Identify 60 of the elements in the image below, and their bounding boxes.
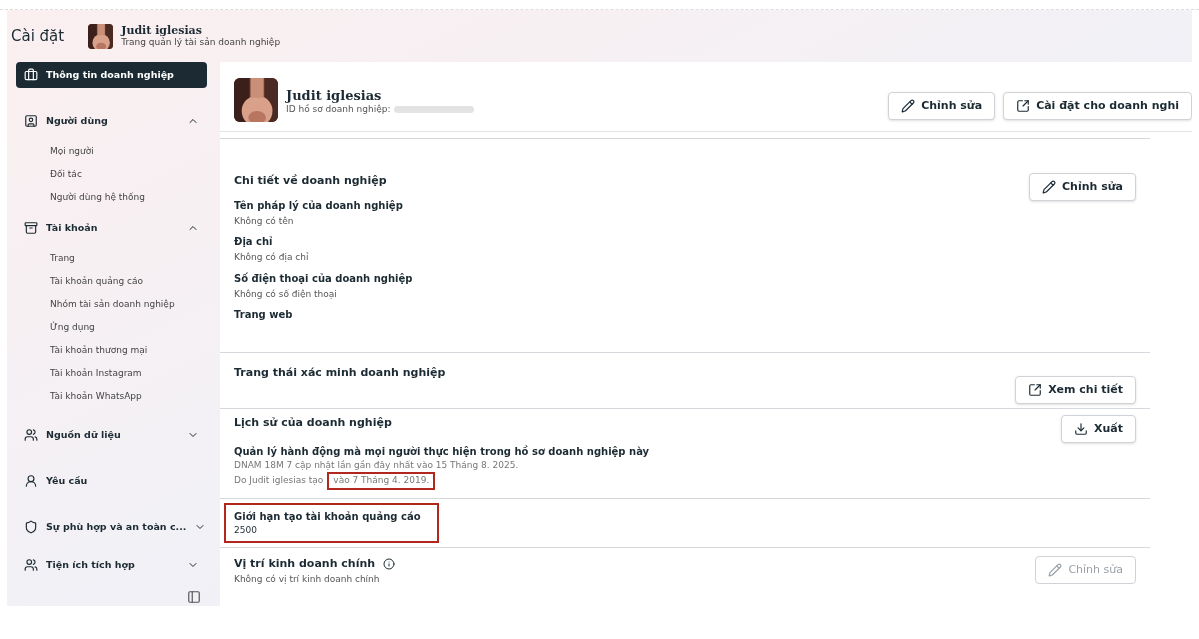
people-icon	[24, 428, 38, 442]
sidebar-subitem[interactable]: Trang	[16, 247, 207, 270]
sidebar-subitem[interactable]: Ứng dụng	[16, 316, 207, 339]
external-link-icon	[1016, 99, 1031, 113]
profile-id-label: ID hồ sơ doanh nghiệp:	[286, 104, 391, 116]
sidebar-item[interactable]: Thông tin doanh nghiệp	[16, 62, 207, 88]
field-value: Không có tên	[234, 214, 295, 228]
info-icon[interactable]	[383, 558, 396, 571]
sidebar-item[interactable]: Nguồn dữ liệu	[16, 422, 207, 448]
creation-date: vào 7 Tháng 4. 2019.	[327, 472, 436, 490]
sidebar-subitem[interactable]: Tài khoản Instagram	[16, 362, 207, 385]
sidebar-item[interactable]: Yêu cầu	[16, 468, 207, 494]
section-title: Giới hạn tạo tài khoản quảng cáo	[234, 509, 422, 524]
action-button[interactable]: Chỉnh sửa	[1029, 173, 1136, 201]
action-button[interactable]: Cài đặt cho doanh nghi	[1003, 92, 1192, 120]
sidebar-subitem[interactable]: Đối tác	[16, 163, 207, 186]
history-creator: Do Judit iglesias tạo	[234, 474, 324, 487]
history-updated: DNAM 18M 7 cập nhật lần gần đây nhất vào 15 Tháng 8. 2025.	[234, 458, 520, 472]
field-value: Không có vị trí kinh doanh chính	[234, 572, 381, 586]
archive-icon	[24, 221, 38, 235]
history-heading: Quản lý hành động mà mọi người thực hiện trong hồ sơ doanh nghiệp này	[234, 444, 651, 459]
sidebar-item[interactable]: Tài khoản	[16, 215, 207, 241]
id-badge-icon	[24, 114, 38, 128]
external-link-icon	[1028, 383, 1043, 397]
field-value: Không có địa chỉ	[234, 251, 310, 264]
limit-value: 2500	[234, 523, 258, 537]
people-icon	[24, 558, 38, 572]
sidebar-subitem[interactable]: Mọi người	[16, 140, 207, 163]
action-button[interactable]: Xem chi tiết	[1015, 376, 1136, 404]
panel-toggle-icon[interactable]	[187, 590, 201, 604]
briefcase-icon	[24, 68, 38, 82]
sidebar-subitem[interactable]: Nhóm tài sản doanh nghiệp	[16, 293, 207, 316]
section-title: Chi tiết về doanh nghiệp	[234, 173, 388, 189]
section-title: Vị trí kinh doanh chính	[234, 556, 376, 572]
account-subtitle: Trang quản lý tài sản doanh nghiệp	[121, 37, 281, 49]
profile-name: Judit iglesias	[286, 88, 383, 104]
pencil-icon	[1048, 563, 1063, 577]
account-name: Judit iglesias	[121, 23, 203, 37]
sidebar-subitem[interactable]: Tài khoản WhatsApp	[16, 385, 207, 408]
action-button[interactable]: Chỉnh sửa	[888, 92, 996, 120]
sidebar-subitem[interactable]: Tài khoản quảng cáo	[16, 270, 207, 293]
field-label: Địa chỉ	[234, 235, 274, 249]
pencil-icon	[1042, 180, 1057, 194]
sidebar-item[interactable]: Người dùng	[16, 108, 207, 134]
sidebar-subitem[interactable]: Người dùng hệ thống	[16, 186, 207, 209]
shield-icon	[24, 520, 38, 534]
field-label: Tên pháp lý của doanh nghiệp	[234, 198, 404, 213]
field-label: Trang web	[234, 308, 294, 322]
sidebar-item[interactable]: Sự phù hợp và an toàn c...	[16, 514, 207, 540]
section-title: Lịch sử của doanh nghiệp	[234, 415, 393, 431]
person-icon	[24, 474, 38, 488]
download-icon	[1074, 422, 1088, 436]
page-title: Cài đặt	[11, 25, 65, 47]
field-value: Không có số điện thoại	[234, 287, 338, 301]
action-button[interactable]: Xuất	[1061, 415, 1136, 443]
section-title: Trang thái xác minh doanh nghiệp	[234, 365, 447, 381]
field-label: Số điện thoại của doanh nghiệp	[234, 271, 414, 286]
sidebar-subitem[interactable]: Tài khoản thương mại	[16, 339, 207, 362]
pencil-icon	[901, 99, 916, 113]
sidebar-item[interactable]: Tiện ích tích hợp	[16, 552, 207, 578]
